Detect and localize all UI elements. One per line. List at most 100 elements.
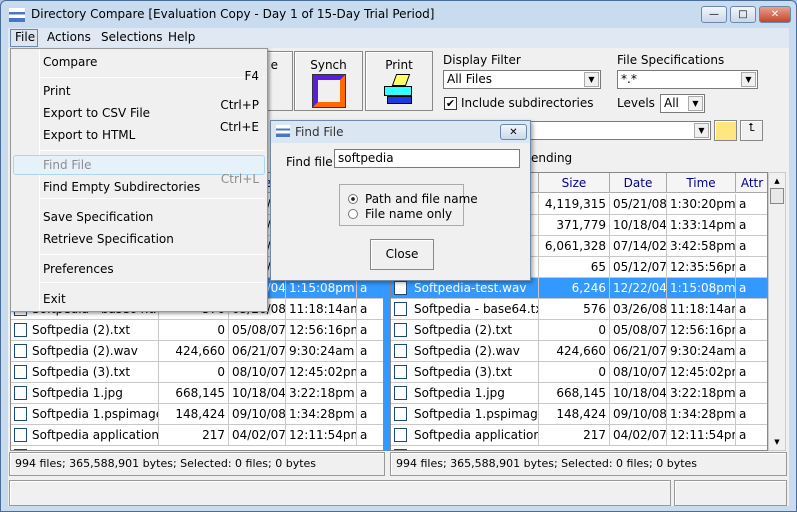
cell-date: 09/10/08: [610, 404, 667, 425]
row-checkbox[interactable]: [394, 386, 407, 400]
menu-separator: [39, 282, 265, 283]
menu-item-exit[interactable]: Exit: [43, 292, 259, 306]
vertical-scrollbar[interactable]: ▲ ▼: [768, 172, 786, 451]
find-file-input[interactable]: softpedia: [334, 149, 520, 168]
cell-size: 217: [159, 425, 229, 446]
dialog-app-icon: [276, 125, 290, 137]
menu-actions[interactable]: Actions: [47, 30, 91, 44]
row-checkbox[interactable]: [14, 449, 27, 450]
menu-item-find-empty-subdirectories[interactable]: Find Empty Subdirectories: [43, 180, 259, 194]
table-row[interactable]: Softpedia 1.jpg 668,145 10/18/04 3:22:18pm a: [391, 383, 767, 404]
status-bar-aux: [674, 480, 787, 506]
menu-separator: [39, 198, 265, 199]
menu-selections[interactable]: Selections: [101, 30, 163, 44]
menu-item-print[interactable]: Print Ctrl+P: [43, 84, 259, 112]
row-checkbox[interactable]: [14, 407, 27, 421]
menu-file[interactable]: File: [15, 30, 35, 44]
cell-time: 12:35:56pm: [667, 257, 736, 278]
row-checkbox[interactable]: [394, 449, 407, 450]
cell-time: 12:11:54pm: [286, 425, 357, 446]
scrollbar-thumb[interactable]: [770, 188, 784, 204]
cell-size: 424,660: [159, 341, 229, 362]
cell-size: 668,145: [539, 383, 610, 404]
row-checkbox[interactable]: [14, 386, 27, 400]
table-row[interactable]: Softpedia application.gif21704/02/0712:1…: [391, 425, 767, 446]
table-row[interactable]: Softpedia (3).txt 0 08/10/07 12:45:02pm a: [391, 362, 767, 383]
menu-item-retrieve-specification[interactable]: Retrieve Specification: [43, 232, 259, 246]
menu-item-find-file: Find File Ctrl+L: [43, 158, 259, 186]
cell-name: Softpedia application.gif: [29, 425, 159, 446]
column-header-time[interactable]: Time: [667, 173, 736, 193]
radio-file-name-only[interactable]: [348, 209, 358, 219]
row-checkbox[interactable]: [394, 281, 407, 295]
file-menu: Compare F4 Print Ctrl+P Export to CSV File Ct…: [10, 48, 268, 312]
cell-attr: a: [736, 299, 767, 320]
cell-date: 05/12/07: [610, 257, 667, 278]
cell-time: 9:30:24am: [667, 341, 736, 362]
parent-folder-icon[interactable]: ⮤: [740, 120, 763, 141]
row-checkbox[interactable]: [394, 428, 407, 442]
cell-time: 1:34:28pm: [286, 404, 357, 425]
scroll-down-icon[interactable]: ▼: [769, 438, 785, 446]
maximize-button[interactable]: □: [730, 6, 756, 23]
table-row[interactable]: [11, 446, 383, 450]
window-title: Directory Compare [Evaluation Copy - Day…: [31, 7, 435, 21]
open-folder-icon[interactable]: [714, 120, 737, 141]
table-row[interactable]: Softpedia 1.jpg 668,145 10/18/04 3:22:18pm a: [11, 383, 383, 404]
include-subdirs-label: Include subdirectories: [461, 96, 594, 110]
row-checkbox[interactable]: [394, 365, 407, 379]
app-icon: [9, 8, 25, 22]
table-row[interactable]: Softpedia (2).txt 0 05/08/07 12:56:16pm a: [11, 320, 383, 341]
dialog-close-icon[interactable]: ✕: [500, 124, 527, 140]
row-checkbox[interactable]: [14, 323, 27, 337]
table-row[interactable]: Softpedia 1.pspimage 148,424 09/10/08 1:34:…: [11, 404, 383, 425]
radio-path-and-file[interactable]: [348, 194, 358, 204]
cell-attr: a: [736, 257, 767, 278]
row-checkbox[interactable]: [14, 428, 27, 442]
synch-button[interactable]: Synch: [294, 51, 363, 111]
scroll-up-icon[interactable]: ▲: [769, 177, 785, 185]
table-row[interactable]: Softpedia - base64.txt57603/26/0811:18:1…: [391, 299, 767, 320]
menu-help[interactable]: Help: [168, 30, 195, 44]
row-checkbox[interactable]: [394, 407, 407, 421]
row-checkbox[interactable]: [394, 344, 407, 358]
levels-select[interactable]: All ▼: [660, 94, 705, 113]
menu-item-preferences[interactable]: Preferences: [43, 262, 259, 276]
right-path-select[interactable]: ▼: [500, 121, 711, 140]
cell-date: 10/18/04: [229, 383, 286, 404]
column-header-size[interactable]: Size: [539, 173, 610, 193]
table-row[interactable]: Softpedia (3).txt 0 08/10/07 12:45:02pm a: [11, 362, 383, 383]
close-button[interactable]: ✕: [759, 6, 791, 23]
column-header-attr[interactable]: Attr: [736, 173, 767, 193]
menu-item-compare[interactable]: Compare F4: [43, 55, 259, 83]
menu-item-export-to-html[interactable]: Export to HTML: [43, 128, 259, 142]
row-checkbox[interactable]: [394, 302, 407, 316]
print-button[interactable]: Print: [365, 51, 433, 111]
dialog-close-button[interactable]: Close: [370, 239, 434, 270]
cell-size: 217: [539, 425, 610, 446]
table-row[interactable]: Softpedia (2).txt 0 05/08/07 12:56:16pm a: [391, 320, 767, 341]
menu-item-export-to-csv-file[interactable]: Export to CSV File Ctrl+E: [43, 106, 259, 134]
minimize-button[interactable]: —: [701, 6, 727, 23]
table-row[interactable]: Softpedia (2).wav 424,660 06/21/07 9:30:24a…: [11, 341, 383, 362]
include-subdirs-checkbox[interactable]: ✔: [444, 97, 457, 110]
menu-item-save-specification[interactable]: Save Specification: [43, 210, 259, 224]
row-checkbox[interactable]: [14, 365, 27, 379]
file-spec-label: File Specifications: [617, 53, 725, 67]
cell-name: Softpedia (3).txt: [411, 362, 539, 383]
column-header-date[interactable]: Date: [610, 173, 667, 193]
cell-date: 08/10/07: [610, 362, 667, 383]
file-spec-select[interactable]: *.* ▼: [617, 70, 758, 89]
cell-size: 148,424: [539, 404, 610, 425]
table-row[interactable]: Softpedia 1.pspimage 148,424 09/10/08 1:34:…: [391, 404, 767, 425]
row-checkbox[interactable]: [14, 344, 27, 358]
table-row[interactable]: Softpedia-test.wav6,24612/22/041:15:08pm…: [391, 278, 767, 299]
table-row[interactable]: Softpedia (2).wav 424,660 06/21/07 9:30:24a…: [391, 341, 767, 362]
row-checkbox[interactable]: [394, 323, 407, 337]
cell-time: 3:22:18pm: [667, 383, 736, 404]
table-row[interactable]: [391, 446, 767, 450]
table-row[interactable]: Softpedia application.gif21704/02/0712:1…: [11, 425, 383, 446]
display-filter-select[interactable]: All Files ▼: [443, 70, 601, 89]
synch-icon: [311, 74, 346, 108]
menu-item-label: Find Empty Subdirectories: [43, 180, 201, 194]
